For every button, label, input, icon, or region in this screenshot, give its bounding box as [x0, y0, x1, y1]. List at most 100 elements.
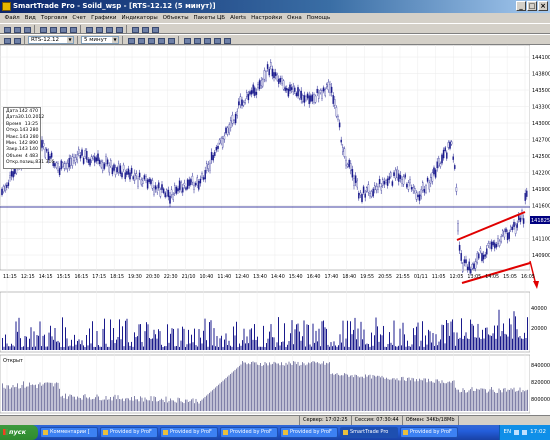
- bars-icon[interactable]: [136, 36, 145, 44]
- chart-icon[interactable]: [84, 25, 93, 33]
- menu-packages[interactable]: Пакеты ЦБ: [191, 13, 228, 23]
- volume-bar: [99, 346, 101, 350]
- volume-bar: [413, 328, 414, 350]
- disconnect-icon[interactable]: [140, 25, 149, 33]
- candle-body: [406, 184, 408, 188]
- menu-file[interactable]: Файл: [2, 13, 22, 23]
- taskbar-item-active[interactable]: SmartTrade Pro: [340, 427, 398, 438]
- interval-select[interactable]: 5 минут ▼: [81, 35, 119, 44]
- taskbar-item[interactable]: Provided by ProF: [400, 427, 458, 438]
- menu-charts[interactable]: Графики: [89, 13, 119, 23]
- open-icon[interactable]: [12, 25, 21, 33]
- oi-bar: [443, 382, 444, 411]
- start-button[interactable]: пуск: [0, 425, 38, 440]
- text-tool-icon[interactable]: [212, 36, 221, 44]
- price-axis-tick: 140900: [532, 253, 550, 259]
- portfolio-icon[interactable]: [58, 25, 67, 33]
- oi-bar: [351, 375, 353, 411]
- oi-bar: [26, 386, 27, 411]
- candle-body: [332, 95, 334, 104]
- menu-indicators[interactable]: Индикаторы: [119, 13, 160, 23]
- oi-bar: [221, 382, 222, 411]
- candles-icon[interactable]: [126, 36, 135, 44]
- candle-body: [486, 248, 488, 255]
- volume-bar: [197, 346, 198, 350]
- close-button[interactable]: ×: [538, 1, 548, 11]
- quotes-icon[interactable]: [48, 25, 57, 33]
- menu-trading[interactable]: Торговля: [38, 13, 70, 23]
- oi-bar: [492, 389, 494, 411]
- menu-account[interactable]: Счет: [70, 13, 89, 23]
- trades-icon[interactable]: [68, 25, 77, 33]
- order-icon[interactable]: [38, 25, 47, 33]
- maximize-button[interactable]: □: [527, 1, 537, 11]
- volume-bar: [78, 339, 80, 350]
- chart-canvas[interactable]: 144100 143800 143500 143300 143000 142700 1425…: [0, 45, 550, 423]
- oi-bar: [318, 363, 320, 411]
- zoom-in-icon[interactable]: [156, 36, 165, 44]
- candle-body: [118, 163, 120, 173]
- tray-clock: 17:02: [530, 429, 546, 435]
- status-server-time: Сервер: 17:02:25: [300, 416, 352, 425]
- crosshair-icon[interactable]: [12, 36, 21, 44]
- menu-settings[interactable]: Настройки: [249, 13, 285, 23]
- fibo-icon[interactable]: [202, 36, 211, 44]
- network-icon[interactable]: [514, 430, 520, 435]
- menu-alerts[interactable]: Alerts: [228, 13, 249, 23]
- menu-objects[interactable]: Объекты: [160, 13, 191, 23]
- taskbar-item[interactable]: Provided by ProF: [220, 427, 278, 438]
- oi-bar: [167, 402, 168, 411]
- volume-bar: [470, 319, 471, 350]
- menu-view[interactable]: Вид: [22, 13, 38, 23]
- volume-bar: [465, 332, 467, 350]
- hline-icon[interactable]: [192, 36, 201, 44]
- taskbar-item[interactable]: Комментарии [: [40, 427, 98, 438]
- new-icon[interactable]: [2, 25, 11, 33]
- candle-body: [463, 259, 466, 263]
- taskbar-item[interactable]: Provided by ProF: [280, 427, 338, 438]
- tray-language[interactable]: EN: [504, 425, 512, 440]
- volume-bar: [323, 320, 324, 350]
- taskbar-item[interactable]: Provided by ProF: [160, 427, 218, 438]
- cursor-icon[interactable]: [2, 36, 11, 44]
- zoom-out-icon[interactable]: [166, 36, 175, 44]
- candle-body: [444, 147, 446, 152]
- save-icon[interactable]: [22, 25, 31, 33]
- candle-body: [489, 243, 491, 248]
- news-icon[interactable]: [104, 25, 113, 33]
- delete-objects-icon[interactable]: [222, 36, 231, 44]
- volume-bar: [122, 326, 123, 350]
- candle-body: [308, 95, 310, 105]
- price-axis-tick: 143000: [532, 121, 550, 127]
- candle-body: [166, 189, 168, 196]
- candle-body: [428, 182, 430, 190]
- oi-bar: [387, 378, 389, 411]
- oi-bar: [128, 398, 129, 411]
- volume-icon[interactable]: [522, 430, 528, 435]
- connect-icon[interactable]: [130, 25, 139, 33]
- oi-bar: [297, 361, 299, 411]
- candle-body: [7, 182, 10, 186]
- volume-bar: [401, 345, 402, 350]
- table-icon[interactable]: [94, 25, 103, 33]
- volume-bar: [380, 334, 381, 350]
- volume-bar: [257, 336, 258, 350]
- chart-toolbar: RTS-12.12 ▼ 5 минут ▼: [0, 34, 550, 45]
- candle-body: [433, 167, 435, 175]
- help-icon[interactable]: [150, 25, 159, 33]
- menu-windows[interactable]: Окна: [285, 13, 305, 23]
- oi-bar: [161, 398, 162, 411]
- volume-bar: [267, 338, 269, 350]
- symbol-select[interactable]: RTS-12.12 ▼: [28, 35, 74, 44]
- minimize-button[interactable]: _: [516, 1, 526, 11]
- taskbar-item[interactable]: Provided by ProF: [100, 427, 158, 438]
- chart-area[interactable]: 144100 143800 143500 143300 143000 142700 1425…: [0, 45, 550, 423]
- volume-bar: [80, 344, 81, 350]
- trendline-icon[interactable]: [182, 36, 191, 44]
- oi-bar: [105, 396, 107, 411]
- menu-help[interactable]: Помощь: [304, 13, 332, 23]
- alerts-icon[interactable]: [114, 25, 123, 33]
- time-axis-tick: 13:40: [253, 274, 267, 280]
- line-icon[interactable]: [146, 36, 155, 44]
- volume-bar: [525, 337, 527, 350]
